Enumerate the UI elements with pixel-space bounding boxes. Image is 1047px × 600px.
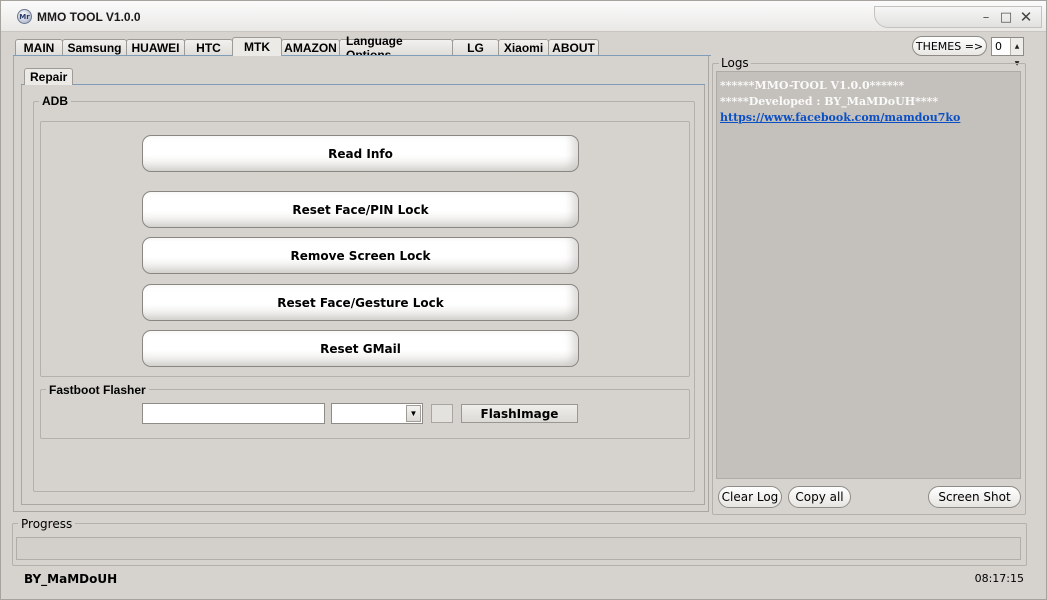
flash-image-button[interactable]: FlashImage: [461, 404, 578, 423]
tab-amazon[interactable]: AMAZON: [281, 39, 340, 56]
clock-time: 08:17:15: [974, 572, 1024, 585]
window-title: MMO TOOL V1.0.0: [37, 10, 141, 24]
adb-group-title: ADB: [39, 94, 71, 108]
theme-spinner[interactable]: 0 ▲ ▼: [991, 37, 1024, 67]
image-path-input[interactable]: [142, 403, 325, 424]
reset-gmail-button[interactable]: Reset GMail: [142, 330, 579, 367]
maximize-icon[interactable]: □: [997, 8, 1015, 26]
subtab-repair[interactable]: Repair: [24, 68, 74, 85]
tab-htc[interactable]: HTC: [184, 39, 233, 56]
spinner-arrows[interactable]: ▲ ▼: [1010, 38, 1023, 67]
main-tabstrip: MAIN Samsung HUAWEI HTC MTK AMAZON Langu…: [15, 34, 599, 62]
app-window: Mr MMO TOOL V1.0.0 – □ ✕ MAIN Samsung HU…: [0, 0, 1047, 600]
theme-spinner-value: 0: [995, 40, 1002, 53]
progress-bar: [16, 537, 1021, 560]
title-bar[interactable]: Mr MMO TOOL V1.0.0 – □ ✕: [1, 1, 1046, 32]
log-line: ******MMO-TOOL V1.0.0******: [720, 79, 905, 92]
progress-title: Progress: [18, 517, 76, 531]
window-controls: – □ ✕: [874, 6, 1042, 28]
developer-facebook-link[interactable]: https://www.facebook.com/mamdou7ko: [720, 110, 1017, 126]
log-line: *****Developed : BY_MaMDoUH****: [720, 95, 939, 108]
minimize-icon[interactable]: –: [977, 8, 995, 26]
log-output[interactable]: ******MMO-TOOL V1.0.0****** *****Develop…: [716, 71, 1021, 479]
tab-main[interactable]: MAIN: [15, 39, 63, 56]
copy-all-button[interactable]: Copy all: [788, 486, 851, 508]
reset-face-pin-lock-button[interactable]: Reset Face/PIN Lock: [142, 191, 579, 228]
tab-huawei[interactable]: HUAWEI: [126, 39, 185, 56]
close-icon[interactable]: ✕: [1017, 8, 1035, 26]
reset-face-gesture-lock-button[interactable]: Reset Face/Gesture Lock: [142, 284, 579, 321]
remove-screen-lock-button[interactable]: Remove Screen Lock: [142, 237, 579, 274]
logs-title: Logs: [719, 56, 751, 70]
themes-button[interactable]: THEMES =>: [912, 36, 987, 56]
browse-button[interactable]: [431, 404, 453, 423]
tab-lg[interactable]: LG: [452, 39, 499, 56]
screen-shot-button[interactable]: Screen Shot: [928, 486, 1021, 508]
fastboot-flasher-title: Fastboot Flasher: [46, 383, 149, 397]
tab-language-options[interactable]: Language Options: [339, 34, 453, 62]
developer-credit: BY_MaMDoUH: [24, 572, 118, 586]
spinner-up-icon[interactable]: ▲: [1015, 38, 1020, 55]
tab-samsung[interactable]: Samsung: [62, 39, 127, 56]
read-info-button[interactable]: Read Info: [142, 135, 579, 172]
tab-about[interactable]: ABOUT: [548, 39, 599, 56]
tab-xiaomi[interactable]: Xiaomi: [498, 39, 549, 56]
chevron-down-icon[interactable]: ▼: [406, 405, 421, 422]
tab-mtk[interactable]: MTK: [232, 37, 282, 56]
clear-log-button[interactable]: Clear Log: [718, 486, 782, 508]
partition-select[interactable]: ▼: [331, 403, 423, 424]
app-logo-icon: Mr: [17, 9, 32, 24]
